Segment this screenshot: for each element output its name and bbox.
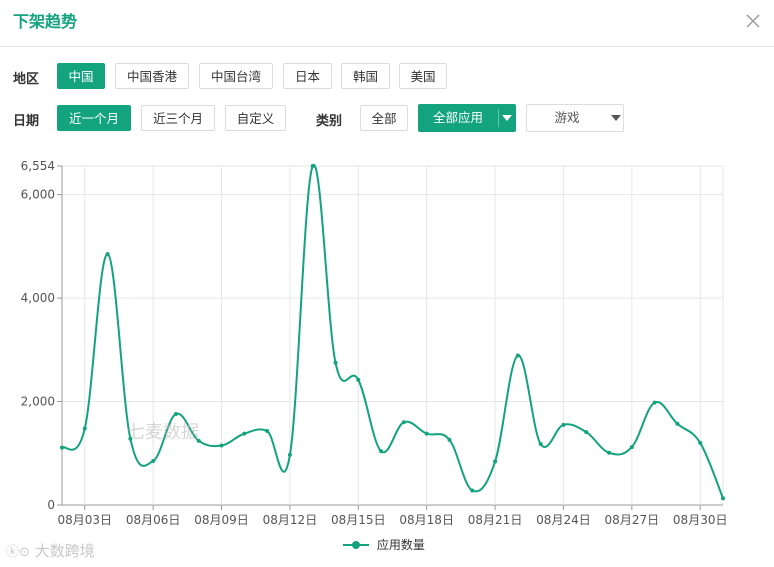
category-apps-dropdown[interactable]: 全部应用 bbox=[418, 104, 516, 132]
data-point bbox=[493, 459, 498, 464]
x-tick-label: 08月09日 bbox=[194, 513, 249, 527]
data-point bbox=[82, 426, 87, 431]
data-point bbox=[675, 421, 680, 426]
category-label: 类别 bbox=[316, 114, 343, 129]
date-last-three-months-button[interactable]: 近三个月 bbox=[141, 105, 215, 131]
data-point bbox=[721, 496, 725, 501]
footer-watermark: ⓚ⊙ 大数跨境 bbox=[6, 540, 95, 561]
region-usa-button[interactable]: 美国 bbox=[399, 63, 447, 89]
chart-legend[interactable]: 应用数量 bbox=[342, 536, 425, 554]
x-tick-label: 08月03日 bbox=[58, 513, 113, 527]
date-label: 日期 bbox=[13, 114, 40, 129]
category-all-button[interactable]: 全部 bbox=[360, 105, 408, 131]
x-tick-label: 08月21日 bbox=[468, 513, 523, 527]
close-icon[interactable] bbox=[742, 10, 764, 32]
x-tick-label: 08月30日 bbox=[673, 513, 728, 527]
y-tick-label: 2,000 bbox=[21, 395, 55, 409]
data-point bbox=[561, 422, 566, 427]
y-tick-label: 0 bbox=[47, 498, 55, 512]
y-axis-ticks: 0 2,000 4,000 6,000 6,554 bbox=[21, 159, 62, 512]
logo-icon: ⓚ⊙ bbox=[6, 545, 30, 560]
data-point bbox=[60, 445, 64, 450]
data-point bbox=[538, 441, 543, 446]
data-point bbox=[265, 429, 270, 434]
data-point bbox=[652, 400, 657, 405]
data-point bbox=[424, 431, 429, 436]
data-point bbox=[105, 252, 110, 257]
data-point bbox=[333, 360, 338, 365]
data-point bbox=[379, 449, 384, 454]
category-game-label: 游戏 bbox=[554, 110, 580, 125]
y-tick-label: 6,000 bbox=[21, 188, 55, 202]
data-point bbox=[698, 440, 703, 445]
region-korea-button[interactable]: 韩国 bbox=[341, 63, 390, 89]
caret-down-icon bbox=[611, 115, 621, 121]
data-point bbox=[584, 430, 589, 435]
data-point bbox=[356, 377, 361, 382]
data-point bbox=[607, 450, 612, 455]
trend-chart: 0 2,000 4,000 6,000 6,554 08月03日 08月06日 08月09日… bbox=[21, 159, 728, 527]
data-point bbox=[173, 411, 178, 416]
x-tick-label: 08月27日 bbox=[605, 513, 660, 527]
caret-down-icon bbox=[502, 115, 512, 121]
series-line-apps bbox=[61, 164, 724, 499]
legend-label: 应用数量 bbox=[376, 538, 425, 552]
date-custom-button[interactable]: 自定义 bbox=[225, 105, 286, 131]
x-tick-label: 08月06日 bbox=[126, 513, 181, 527]
footer-watermark-text: 大数跨境 bbox=[34, 542, 95, 560]
date-last-month-button[interactable]: 近一个月 bbox=[57, 105, 131, 131]
data-point bbox=[629, 445, 634, 450]
chart-watermark: 七麦数据 bbox=[127, 422, 199, 443]
region-taiwan-button[interactable]: 中国台湾 bbox=[199, 63, 273, 89]
x-tick-label: 08月18日 bbox=[399, 513, 454, 527]
category-apps-label: 全部应用 bbox=[432, 110, 483, 125]
region-label: 地区 bbox=[13, 72, 40, 87]
region-hongkong-button[interactable]: 中国香港 bbox=[115, 63, 189, 89]
region-japan-button[interactable]: 日本 bbox=[283, 63, 332, 89]
x-axis-ticks: 08月03日 08月06日 08月09日 08月12日 08月15日 08月18日 08月2… bbox=[58, 505, 728, 527]
dialog-header: 下架趋势 bbox=[0, 0, 774, 47]
data-point bbox=[470, 488, 475, 493]
x-tick-label: 08月12日 bbox=[263, 513, 318, 527]
x-tick-label: 08月24日 bbox=[536, 513, 591, 527]
y-tick-label: 6,554 bbox=[21, 159, 55, 173]
data-point bbox=[515, 353, 520, 358]
data-point bbox=[310, 164, 315, 168]
data-point bbox=[447, 437, 452, 442]
data-point bbox=[151, 459, 156, 464]
x-tick-label: 08月15日 bbox=[331, 513, 386, 527]
data-point bbox=[287, 452, 292, 457]
data-point bbox=[242, 431, 247, 436]
category-game-dropdown[interactable]: 游戏 bbox=[526, 104, 624, 132]
y-tick-label: 4,000 bbox=[21, 291, 55, 305]
region-china-button[interactable]: 中国 bbox=[57, 63, 105, 89]
data-point bbox=[401, 420, 406, 425]
dialog-title: 下架趋势 bbox=[13, 12, 78, 31]
data-point bbox=[219, 443, 224, 448]
dropdown-divider bbox=[498, 109, 499, 127]
legend-line-icon bbox=[343, 540, 369, 549]
